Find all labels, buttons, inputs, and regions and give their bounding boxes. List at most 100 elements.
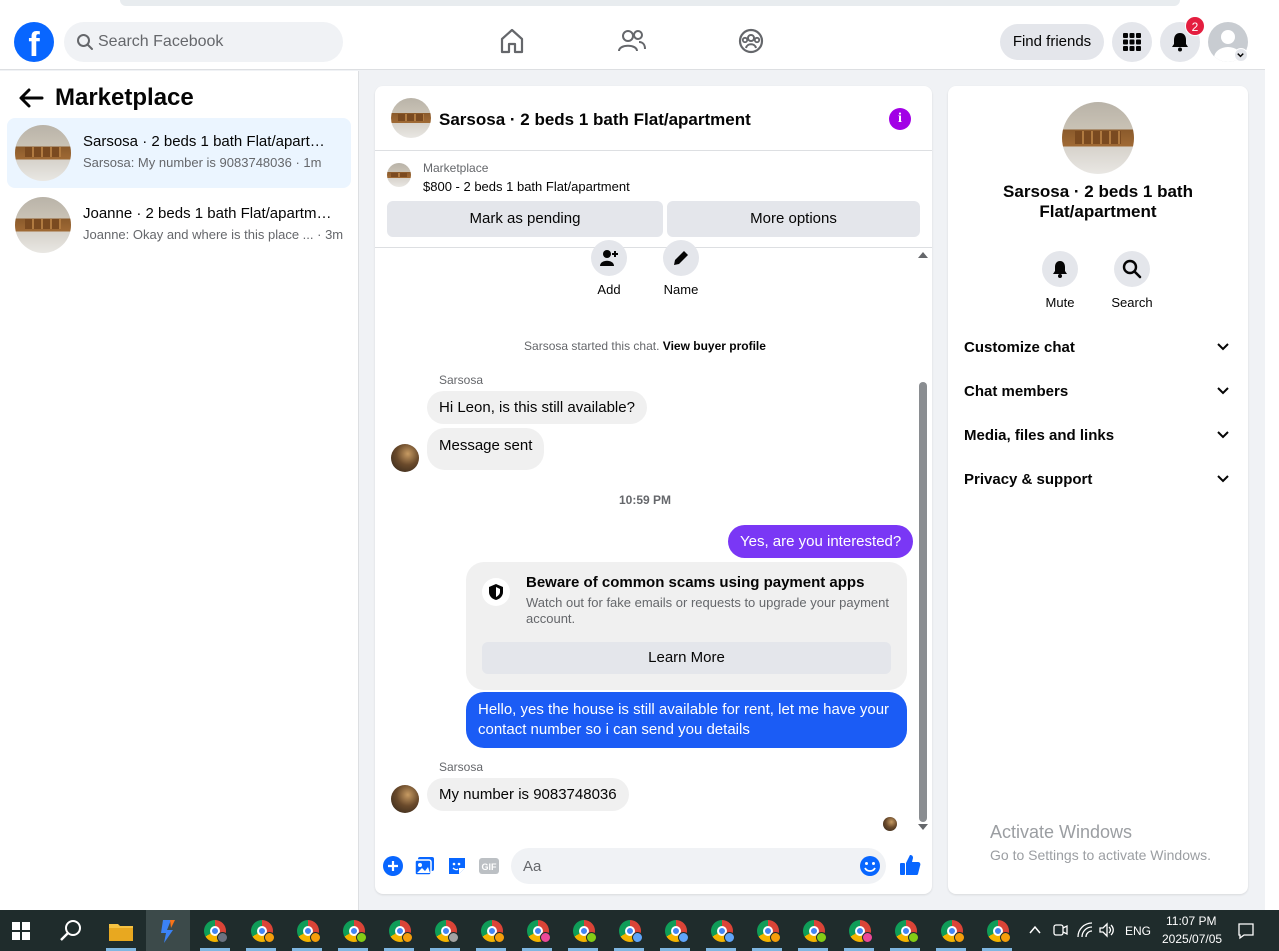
listing-price[interactable]: $800 - 2 beds 1 bath Flat/apartment xyxy=(423,179,630,194)
chrome-icon[interactable] xyxy=(389,920,413,943)
listing-bar: Marketplace $800 - 2 beds 1 bath Flat/ap… xyxy=(375,151,932,248)
conversation-preview: Sarsosa: My number is 9083748036 · 1m xyxy=(83,155,322,170)
mark-as-pending-button[interactable]: Mark as pending xyxy=(387,201,663,237)
listing-thumbnail xyxy=(15,197,71,253)
chrome-icon[interactable] xyxy=(619,920,643,943)
outgoing-message[interactable]: Hello, yes the house is still available … xyxy=(466,692,907,748)
chrome-icon[interactable] xyxy=(343,920,367,943)
svg-text:GIF: GIF xyxy=(482,862,498,872)
add-label: Add xyxy=(597,282,621,297)
home-icon[interactable] xyxy=(497,26,527,56)
search-input[interactable] xyxy=(98,22,328,62)
avatar[interactable] xyxy=(391,444,419,472)
name-action[interactable]: Name xyxy=(651,240,711,297)
avatar[interactable] xyxy=(391,785,419,813)
chrome-icon[interactable] xyxy=(204,920,228,943)
add-action[interactable]: Add xyxy=(579,240,639,297)
message-input[interactable] xyxy=(511,848,886,884)
conversation-item[interactable]: Joanne · 2 beds 1 bath Flat/apartment Jo… xyxy=(7,190,351,260)
chat-members-section[interactable]: Chat members xyxy=(956,372,1240,412)
friends-icon[interactable] xyxy=(617,26,647,56)
top-navbar: f Find friends 2 xyxy=(0,12,1265,70)
chrome-icon[interactable] xyxy=(527,920,551,943)
chrome-icon[interactable] xyxy=(849,920,873,943)
grid-menu-icon xyxy=(1123,33,1141,51)
back-arrow-icon[interactable] xyxy=(16,85,46,111)
clock-date[interactable]: 2025/07/05 xyxy=(1162,932,1222,946)
file-explorer-icon[interactable] xyxy=(106,916,136,946)
incoming-message[interactable]: Hi Leon, is this still available? xyxy=(427,391,647,424)
mute-button[interactable]: Mute xyxy=(1030,251,1090,310)
sticker-icon[interactable] xyxy=(446,855,468,877)
chevron-down-icon xyxy=(1217,387,1229,395)
meet-now-icon[interactable] xyxy=(1052,922,1068,938)
outgoing-message[interactable]: Yes, are you interested? xyxy=(728,525,914,558)
groups-icon[interactable] xyxy=(736,26,766,56)
menu-button[interactable] xyxy=(1112,22,1152,62)
language-indicator[interactable]: ENG xyxy=(1125,924,1151,938)
thumbs-up-icon[interactable] xyxy=(898,853,922,877)
chrome-icon[interactable] xyxy=(803,920,827,943)
scam-warning-title: Beware of common scams using payment app… xyxy=(526,574,865,591)
view-buyer-profile-link[interactable]: View buyer profile xyxy=(663,339,766,353)
chevron-up-icon[interactable] xyxy=(1028,924,1042,936)
conversation-item[interactable]: Sarsosa · 2 beds 1 bath Flat/apartment S… xyxy=(7,118,351,188)
plus-circle-icon[interactable] xyxy=(382,855,404,877)
search-icon xyxy=(1122,259,1142,279)
windows-start-icon[interactable] xyxy=(12,922,30,940)
search-icon xyxy=(77,34,93,50)
info-icon[interactable]: i xyxy=(889,108,911,130)
customize-chat-section[interactable]: Customize chat xyxy=(956,328,1240,368)
incoming-message[interactable]: My number is 9083748036 xyxy=(427,778,629,811)
sender-name: Sarsosa xyxy=(439,760,484,774)
incoming-message[interactable]: Message sent xyxy=(427,428,545,470)
privacy-support-section[interactable]: Privacy & support xyxy=(956,460,1240,500)
message-scrollbar[interactable] xyxy=(917,252,928,832)
search-box[interactable] xyxy=(64,22,343,62)
bell-icon xyxy=(1172,33,1188,52)
chrome-icon[interactable] xyxy=(895,920,919,943)
message-list: Add Name Sarsosa started this chat. View… xyxy=(375,240,932,838)
browser-tab-strip xyxy=(0,0,1279,12)
conversation-preview: Joanne: Okay and where is this place ...… xyxy=(83,227,344,242)
shield-icon xyxy=(489,584,503,600)
emoji-icon[interactable] xyxy=(859,855,881,877)
find-friends-button[interactable]: Find friends xyxy=(1000,24,1104,60)
chrome-icon[interactable] xyxy=(297,920,321,943)
chrome-icon[interactable] xyxy=(435,920,459,943)
chrome-icon[interactable] xyxy=(941,920,965,943)
message-composer: GIF xyxy=(375,838,932,894)
photo-icon[interactable] xyxy=(414,855,436,877)
wifi-icon[interactable] xyxy=(1076,922,1094,938)
chevron-down-icon[interactable] xyxy=(1234,48,1248,62)
listing-thumbnail[interactable] xyxy=(391,98,431,138)
chrome-icon[interactable] xyxy=(573,920,597,943)
media-files-links-section[interactable]: Media, files and links xyxy=(956,416,1240,456)
facebook-logo-icon[interactable]: f xyxy=(14,22,54,62)
scam-warning-card: Beware of common scams using payment app… xyxy=(466,562,907,690)
mute-label: Mute xyxy=(1045,295,1075,310)
app-icon[interactable] xyxy=(153,916,183,946)
more-options-button[interactable]: More options xyxy=(667,201,920,237)
learn-more-button[interactable]: Learn More xyxy=(482,642,891,674)
search-in-chat-button[interactable]: Search xyxy=(1102,251,1162,310)
volume-icon[interactable] xyxy=(1098,922,1116,938)
chrome-icon[interactable] xyxy=(665,920,689,943)
pencil-icon xyxy=(674,251,688,265)
page-scrollbar[interactable] xyxy=(1265,12,1279,910)
chrome-icon[interactable] xyxy=(987,920,1011,943)
gif-icon[interactable]: GIF xyxy=(478,855,500,877)
page-title: Marketplace xyxy=(55,84,194,111)
listing-thumbnail[interactable] xyxy=(1062,102,1134,174)
address-bar-edge xyxy=(120,0,1180,6)
chat-title[interactable]: Sarsosa · 2 beds 1 bath Flat/apartment xyxy=(439,110,751,130)
search-icon[interactable] xyxy=(56,916,86,946)
clock-time[interactable]: 11:07 PM xyxy=(1166,914,1216,928)
chrome-icon[interactable] xyxy=(757,920,781,943)
listing-label: Marketplace xyxy=(423,161,489,175)
chrome-icon[interactable] xyxy=(711,920,735,943)
chrome-icon[interactable] xyxy=(251,920,275,943)
activate-windows-watermark: Activate Windows xyxy=(990,822,1133,842)
chrome-icon[interactable] xyxy=(481,920,505,943)
notification-center-icon[interactable] xyxy=(1237,922,1255,940)
